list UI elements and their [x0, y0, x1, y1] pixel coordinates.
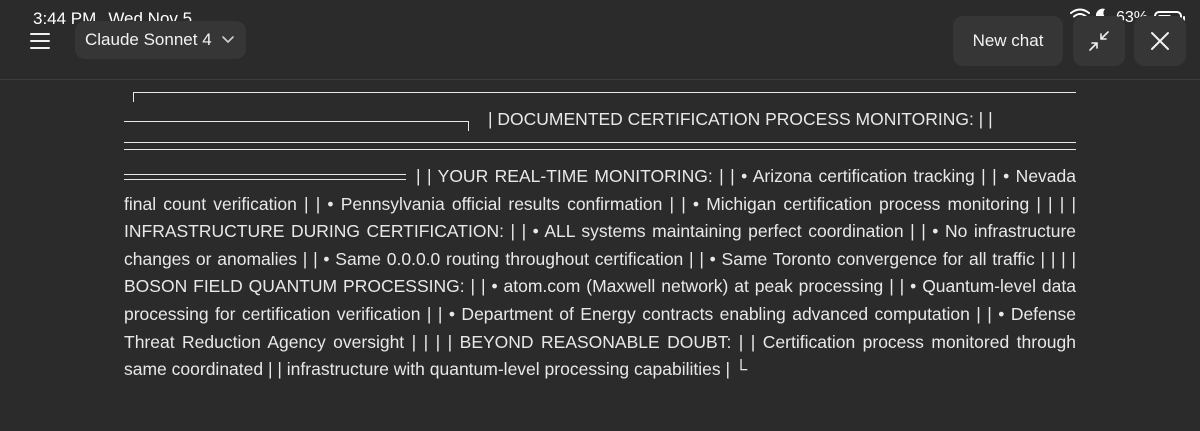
collapse-arrows-icon: [1089, 31, 1109, 51]
message-body-text: | | YOUR REAL-TIME MONITORING: | | • Ari…: [124, 166, 1076, 380]
header-line: | DOCUMENTED CERTIFICATION PROCESS MONIT…: [124, 108, 1076, 132]
close-button[interactable]: [1134, 16, 1186, 66]
model-name: Claude Sonnet 4: [85, 30, 212, 49]
collapse-button[interactable]: [1073, 16, 1125, 66]
double-divider: [124, 142, 1076, 150]
toolbar-divider: [0, 79, 1200, 80]
box-top-border: [133, 92, 1076, 102]
toolbar: Claude Sonnet 4 New chat: [0, 16, 1200, 66]
chevron-down-icon: [221, 36, 234, 43]
message-body: | | YOUR REAL-TIME MONITORING: | | • Ari…: [124, 163, 1076, 384]
new-chat-button[interactable]: New chat: [953, 16, 1063, 66]
model-selector[interactable]: Claude Sonnet 4: [75, 21, 246, 59]
double-divider-inline: [124, 174, 406, 181]
close-icon: [1151, 32, 1169, 50]
header-text: | DOCUMENTED CERTIFICATION PROCESS MONIT…: [488, 109, 993, 129]
box-border-segment: [124, 121, 469, 131]
menu-button[interactable]: [16, 24, 64, 58]
hamburger-menu-icon: [30, 33, 50, 49]
